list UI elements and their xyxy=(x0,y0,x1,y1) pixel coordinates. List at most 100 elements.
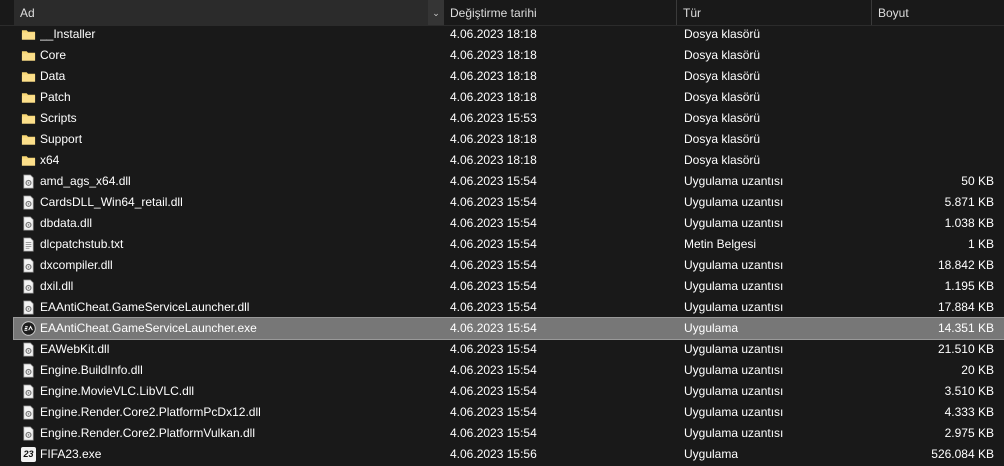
file-name: Data xyxy=(40,69,66,83)
file-row[interactable]: EAWebKit.dll 4.06.2023 15:54 Uygulama uzan… xyxy=(14,339,1004,360)
column-header-type[interactable]: Tür xyxy=(677,0,872,25)
file-name: FIFA23.exe xyxy=(40,447,102,461)
file-name: x64 xyxy=(40,153,60,167)
column-header-name[interactable]: Ad ⌃ xyxy=(14,0,444,25)
file-modified-date: 4.06.2023 15:54 xyxy=(450,300,537,314)
file-modified-date: 4.06.2023 15:54 xyxy=(450,237,537,251)
file-size: 50 KB xyxy=(961,174,994,188)
file-row[interactable]: Engine.Render.Core2.PlatformVulkan.dll 4.… xyxy=(14,423,1004,444)
dll-file-icon xyxy=(21,342,36,357)
file-row[interactable]: Core 4.06.2023 18:18 Dosya klasörü xyxy=(14,45,1004,66)
file-modified-date: 4.06.2023 15:54 xyxy=(450,363,537,377)
file-type: Uygulama xyxy=(684,321,739,335)
file-row[interactable]: EAAntiCheat.GameServiceLauncher.dll 4.06.… xyxy=(14,297,1004,318)
file-modified-date: 4.06.2023 15:54 xyxy=(450,174,537,188)
file-row[interactable]: dxcompiler.dll 4.06.2023 15:54 Uygulama uz… xyxy=(14,255,1004,276)
file-row[interactable]: Engine.MovieVLC.LibVLC.dll 4.06.2023 15:5… xyxy=(14,381,1004,402)
file-size: 20 KB xyxy=(961,363,994,377)
folder-icon xyxy=(21,90,36,105)
file-name: __Installer xyxy=(40,27,96,41)
file-name: dlcpatchstub.txt xyxy=(40,237,124,251)
file-name: Engine.MovieVLC.LibVLC.dll xyxy=(40,384,195,398)
file-name: Engine.Render.Core2.PlatformPcDx12.dll xyxy=(40,405,261,419)
file-type: Uygulama uzantısı xyxy=(684,300,784,314)
file-size: 21.510 KB xyxy=(937,342,994,356)
file-type: Uygulama xyxy=(684,447,739,461)
file-name: dbdata.dll xyxy=(40,216,93,230)
file-size: 1.195 KB xyxy=(944,279,994,293)
dll-file-icon xyxy=(21,384,36,399)
file-name: dxil.dll xyxy=(40,279,74,293)
file-name: Scripts xyxy=(40,111,77,125)
folder-icon xyxy=(21,153,36,168)
column-header-size[interactable]: Boyut xyxy=(872,0,1004,25)
file-row[interactable]: Scripts 4.06.2023 15:53 Dosya klasörü xyxy=(14,108,1004,129)
column-header-bar: Ad ⌃ ⌄ Değiştirme tarihi Tür Boyut xyxy=(0,0,1004,26)
file-type: Metin Belgesi xyxy=(684,237,757,251)
file-modified-date: 4.06.2023 15:53 xyxy=(450,111,537,125)
file-row[interactable]: Engine.Render.Core2.PlatformPcDx12.dll 4.… xyxy=(14,402,1004,423)
dll-file-icon xyxy=(21,195,36,210)
file-row[interactable]: Patch 4.06.2023 18:18 Dosya klasörü xyxy=(14,87,1004,108)
file-type: Dosya klasörü xyxy=(684,48,761,62)
fifa23-icon-text: 23 xyxy=(23,449,34,459)
column-header-date-label: Değiştirme tarihi xyxy=(450,6,537,20)
file-name: Engine.BuildInfo.dll xyxy=(40,363,143,377)
file-row[interactable]: dxil.dll 4.06.2023 15:54 Uygulama uzantısı… xyxy=(14,276,1004,297)
file-row-selected[interactable]: EAAntiCheat.GameServiceLauncher.exe 4.06.… xyxy=(13,317,1004,340)
file-row[interactable]: Data 4.06.2023 18:18 Dosya klasörü xyxy=(14,66,1004,87)
dll-file-icon xyxy=(21,405,36,420)
dll-file-icon xyxy=(21,258,36,273)
file-modified-date: 4.06.2023 18:18 xyxy=(450,69,537,83)
file-type: Dosya klasörü xyxy=(684,27,761,41)
file-row[interactable]: Engine.BuildInfo.dll 4.06.2023 15:54 Uygul… xyxy=(14,360,1004,381)
file-type: Dosya klasörü xyxy=(684,111,761,125)
file-type: Dosya klasörü xyxy=(684,153,761,167)
folder-icon xyxy=(21,69,36,84)
file-row[interactable]: 23 FIFA23.exe 4.06.2023 15:56 Uygulama 526.0… xyxy=(14,444,1004,465)
fifa23-exe-icon: 23 xyxy=(21,447,36,462)
file-modified-date: 4.06.2023 15:54 xyxy=(450,195,537,209)
dll-file-icon xyxy=(21,174,36,189)
column-filter-chevron-icon[interactable]: ⌄ xyxy=(428,0,444,25)
file-name: Patch xyxy=(40,90,71,104)
list-left-margin xyxy=(0,26,14,466)
file-name: Support xyxy=(40,132,83,146)
file-name: EAWebKit.dll xyxy=(40,342,110,356)
folder-icon xyxy=(21,132,36,147)
column-header-date[interactable]: Değiştirme tarihi xyxy=(444,0,677,25)
file-explorer-window: Ad ⌃ ⌄ Değiştirme tarihi Tür Boyut __Ins… xyxy=(0,0,1004,466)
file-type: Dosya klasörü xyxy=(684,132,761,146)
dll-file-icon xyxy=(21,279,36,294)
file-row[interactable]: amd_ags_x64.dll 4.06.2023 15:54 Uygulama u… xyxy=(14,171,1004,192)
file-modified-date: 4.06.2023 18:18 xyxy=(450,48,537,62)
file-size xyxy=(874,150,994,171)
folder-icon xyxy=(21,27,36,42)
file-modified-date: 4.06.2023 15:56 xyxy=(450,447,537,461)
file-name: EAAntiCheat.GameServiceLauncher.exe xyxy=(40,321,257,335)
file-type: Uygulama uzantısı xyxy=(684,405,784,419)
file-modified-date: 4.06.2023 15:54 xyxy=(450,279,537,293)
file-modified-date: 4.06.2023 18:18 xyxy=(450,90,537,104)
file-modified-date: 4.06.2023 18:18 xyxy=(450,153,537,167)
file-row[interactable]: dbdata.dll 4.06.2023 15:54 Uygulama uzantı… xyxy=(14,213,1004,234)
file-name: CardsDLL_Win64_retail.dll xyxy=(40,195,183,209)
file-modified-date: 4.06.2023 15:54 xyxy=(450,426,537,440)
file-row[interactable]: dlcpatchstub.txt 4.06.2023 15:54 Metin Bel… xyxy=(14,234,1004,255)
file-type: Uygulama uzantısı xyxy=(684,384,784,398)
dll-file-icon xyxy=(21,426,36,441)
file-type: Dosya klasörü xyxy=(684,90,761,104)
file-row[interactable]: CardsDLL_Win64_retail.dll 4.06.2023 15:54… xyxy=(14,192,1004,213)
file-name: amd_ags_x64.dll xyxy=(40,174,131,188)
file-modified-date: 4.06.2023 18:18 xyxy=(450,132,537,146)
text-file-icon xyxy=(21,237,36,252)
file-size xyxy=(874,129,994,150)
file-row[interactable]: x64 4.06.2023 18:18 Dosya klasörü xyxy=(14,150,1004,171)
file-row[interactable]: __Installer 4.06.2023 18:18 Dosya klasörü xyxy=(14,24,1004,45)
file-type: Uygulama uzantısı xyxy=(684,195,784,209)
file-list: __Installer 4.06.2023 18:18 Dosya klasörü C… xyxy=(13,24,1004,465)
file-name: EAAntiCheat.GameServiceLauncher.dll xyxy=(40,300,250,314)
file-type: Uygulama uzantısı xyxy=(684,342,784,356)
file-row[interactable]: Support 4.06.2023 18:18 Dosya klasörü xyxy=(14,129,1004,150)
column-header-size-label: Boyut xyxy=(878,6,909,20)
